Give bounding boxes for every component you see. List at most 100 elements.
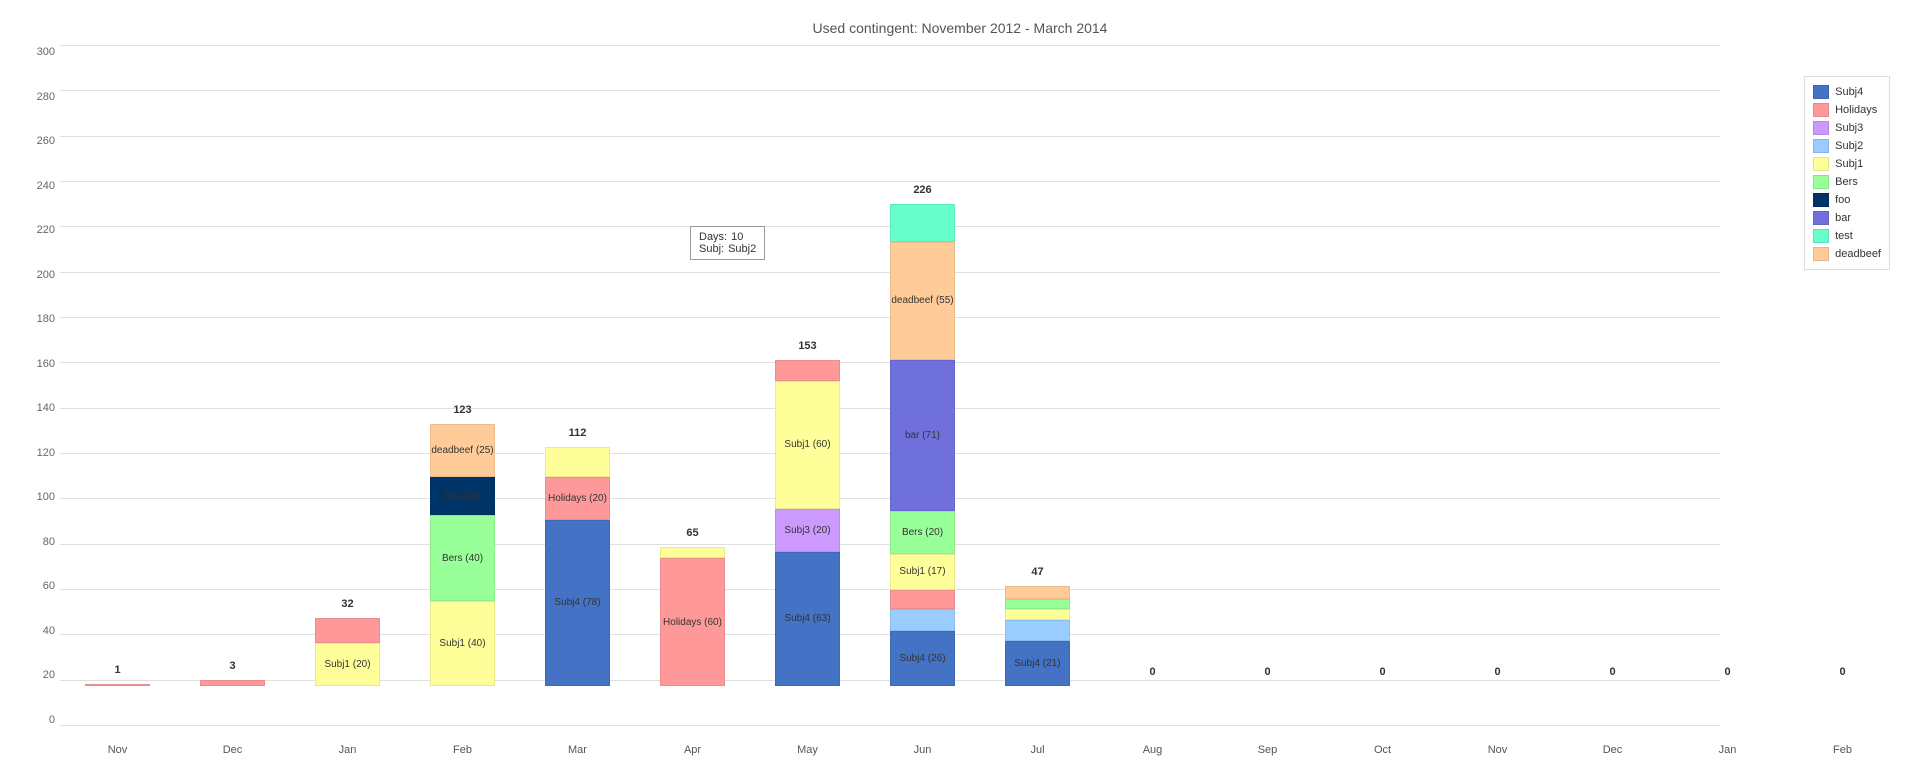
bar-segment (1005, 586, 1070, 599)
grid-line (60, 725, 1720, 726)
stacked-bar: Subj4 (26)Subj1 (17)Bers (20)bar (71)dea… (890, 204, 955, 686)
x-tick: May (750, 744, 865, 756)
x-tick: Aug (1095, 744, 1210, 756)
x-tick: Jan (1670, 744, 1785, 756)
y-tick: 240 (10, 180, 55, 192)
legend-color (1813, 121, 1829, 135)
bar-segment (200, 680, 265, 686)
y-tick: 280 (10, 91, 55, 103)
stacked-bar (200, 680, 265, 686)
legend-label: Holidays (1835, 104, 1877, 116)
stacked-bar: Subj1 (20) (315, 618, 380, 686)
legend-item: foo (1813, 193, 1881, 207)
x-tick: Nov (1440, 744, 1555, 756)
legend-color (1813, 193, 1829, 207)
bar-segment: Subj4 (21) (1005, 641, 1070, 686)
stacked-bar: Subj4 (78)Holidays (20) (545, 447, 610, 686)
stacked-bar (85, 684, 150, 686)
bar-segment (85, 684, 150, 686)
y-tick: 120 (10, 447, 55, 459)
bar-segment: Bers (20) (890, 511, 955, 554)
bar-segment (1005, 620, 1070, 641)
x-tick: Feb (405, 744, 520, 756)
x-tick: Feb (1785, 744, 1900, 756)
bar-total-label: 47 (980, 566, 1095, 578)
bar-segment: Subj1 (60) (775, 381, 840, 509)
bar-segment: Subj1 (40) (430, 601, 495, 686)
bar-total-label: 123 (405, 404, 520, 416)
bar-segment: deadbeef (55) (890, 242, 955, 359)
legend-label: deadbeef (1835, 248, 1881, 260)
legend-label: Subj4 (1835, 86, 1863, 98)
bar-segment: foo (18) (430, 477, 495, 515)
y-axis: 0204060801001201401601802002202402602803… (10, 46, 60, 726)
x-tick: Apr (635, 744, 750, 756)
bar-total-label: 3 (175, 660, 290, 672)
legend-color (1813, 85, 1829, 99)
bar-group: 3 (175, 680, 290, 686)
legend-item: bar (1813, 211, 1881, 225)
x-tick: Mar (520, 744, 635, 756)
x-tick: Sep (1210, 744, 1325, 756)
y-tick: 300 (10, 46, 55, 58)
x-tick: Jun (865, 744, 980, 756)
chart-container: Used contingent: November 2012 - March 2… (0, 0, 1920, 783)
y-tick: 220 (10, 224, 55, 236)
chart-title: Used contingent: November 2012 - March 2… (20, 20, 1900, 36)
legend-color (1813, 157, 1829, 171)
legend-color (1813, 211, 1829, 225)
bar-segment: Subj4 (26) (890, 631, 955, 686)
x-tick: Jul (980, 744, 1095, 756)
bar-total-label: 32 (290, 598, 405, 610)
legend-item: Subj2 (1813, 139, 1881, 153)
legend: Subj4 Holidays Subj3 Subj2 Subj1 Bers foo bar te… (1804, 76, 1890, 270)
legend-label: Subj2 (1835, 140, 1863, 152)
y-tick: 60 (10, 580, 55, 592)
bar-total-label: 112 (520, 427, 635, 439)
y-tick: 20 (10, 669, 55, 681)
chart-area: 0204060801001201401601802002202402602803… (60, 46, 1900, 726)
legend-label: Subj1 (1835, 158, 1863, 170)
bar-segment: Subj1 (20) (315, 643, 380, 686)
legend-item: Subj3 (1813, 121, 1881, 135)
bar-group: 153Subj4 (63)Subj3 (20)Subj1 (60) (750, 360, 865, 686)
bar-total-label: 0 (1670, 666, 1785, 678)
bar-group: 123Subj1 (40)Bers (40)foo (18)deadbeef (… (405, 424, 520, 686)
stacked-bar: Subj4 (21) (1005, 586, 1070, 686)
bar-segment: Subj4 (63) (775, 552, 840, 686)
y-tick: 180 (10, 313, 55, 325)
bar-segment (890, 609, 955, 630)
stacked-bar: Holidays (60) (660, 547, 725, 686)
legend-item: deadbeef (1813, 247, 1881, 261)
bars-area: 13 32 Subj1 (20) 123Subj1 (40)Bers (40)foo … (60, 46, 1900, 686)
y-tick: 0 (10, 714, 55, 726)
bar-segment (890, 204, 955, 242)
y-tick: 100 (10, 491, 55, 503)
bar-segment (1005, 599, 1070, 610)
y-tick: 200 (10, 269, 55, 281)
y-tick: 40 (10, 625, 55, 637)
bar-group: 47Subj4 (21) (980, 586, 1095, 686)
bar-total-label: 0 (1095, 666, 1210, 678)
bar-segment: bar (71) (890, 360, 955, 511)
y-tick: 160 (10, 358, 55, 370)
legend-label: bar (1835, 212, 1851, 224)
bar-segment (1005, 609, 1070, 620)
legend-label: Bers (1835, 176, 1858, 188)
bar-group: 112Subj4 (78)Holidays (20) (520, 447, 635, 686)
bar-total-label: 1 (60, 664, 175, 676)
bar-total-label: 0 (1325, 666, 1440, 678)
bar-total-label: 153 (750, 340, 865, 352)
bar-total-label: 65 (635, 527, 750, 539)
bar-segment (775, 360, 840, 381)
bar-segment (890, 590, 955, 609)
x-axis: NovDecJanFebMarAprMayJunJulAugSepOctNovD… (60, 744, 1900, 756)
legend-item: test (1813, 229, 1881, 243)
legend-label: test (1835, 230, 1853, 242)
legend-color (1813, 175, 1829, 189)
bar-segment (660, 547, 725, 558)
y-tick: 260 (10, 135, 55, 147)
legend-item: Holidays (1813, 103, 1881, 117)
x-tick: Oct (1325, 744, 1440, 756)
bar-total-label: 0 (1555, 666, 1670, 678)
